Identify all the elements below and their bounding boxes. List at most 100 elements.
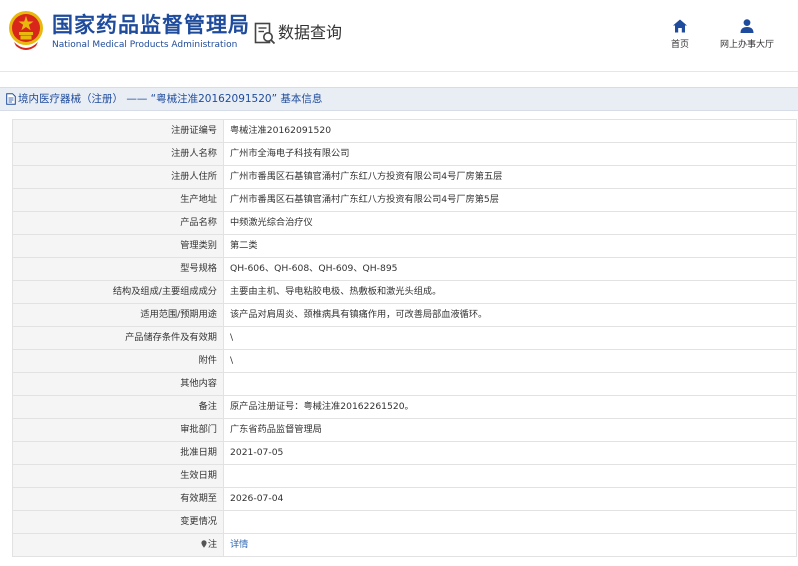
field-label: 适用范围/预期用途	[12, 303, 224, 327]
field-value: \	[223, 349, 797, 373]
field-value-text: 主要由主机、导电粘胶电极、热敷板和激光头组成。	[230, 286, 442, 297]
device-info-table: 注册证编号 粤械注准20162091520 注册人名称 广州市全海电子科技有限公司 注册…	[12, 119, 797, 557]
field-value-text: 中频激光综合治疗仪	[230, 217, 313, 228]
field-label-text: 产品名称	[180, 217, 217, 228]
table-row: 备注 原产品注册证号：粤械注准20162261520。	[12, 395, 797, 419]
field-label-text: 生效日期	[180, 470, 217, 481]
field-value-text: 该产品对肩周炎、颈椎病具有镇痛作用，可改善局部血液循环。	[230, 309, 488, 320]
field-value-text: 广州市番禺区石基镇官涌村广东红八方投资有限公司4号厂房第五层	[230, 171, 503, 182]
table-row: 管理类别 第二类	[12, 234, 797, 258]
field-value-text: 第二类	[230, 240, 258, 251]
table-row: 注 详情	[12, 533, 797, 557]
field-label-text: 生产地址	[180, 194, 217, 205]
field-label-text: 审批部门	[180, 424, 217, 435]
table-row: 生效日期	[12, 464, 797, 488]
agency-logo[interactable]: 国家药品监督管理局 National Medical Products Admi…	[52, 12, 250, 52]
table-row: 型号规格 QH-606、QH-608、QH-609、QH-895	[12, 257, 797, 281]
field-label: 有效期至	[12, 487, 224, 511]
field-value: 广州市番禺区石基镇官涌村广东红八方投资有限公司4号厂房第五层	[223, 165, 797, 189]
field-value-text: 广州市番禺区石基镇官涌村广东红八方投资有限公司4号厂房第5层	[230, 194, 499, 205]
field-value-text: 广东省药品监督管理局	[230, 424, 322, 435]
field-label-text: 备注	[198, 401, 217, 412]
table-row: 产品储存条件及有效期 \	[12, 326, 797, 350]
nav-home-label: 首页	[670, 40, 689, 50]
nav-online-hall-link[interactable]: 网上办事大厅	[714, 18, 780, 51]
field-label-text: 附件	[198, 355, 217, 366]
field-label: 生效日期	[12, 464, 224, 488]
field-value-text: \	[230, 332, 234, 343]
data-query-icon	[254, 22, 276, 45]
field-label: 附件	[12, 349, 224, 373]
nav-home-link[interactable]: 首页	[664, 18, 696, 51]
page-section-title: 数据查询	[278, 23, 343, 42]
field-value-text: QH-606、QH-608、QH-609、QH-895	[230, 263, 398, 274]
field-label-text: 注册证编号	[171, 125, 217, 136]
field-label: 审批部门	[12, 418, 224, 442]
site-header: 国家药品监督管理局 National Medical Products Admi…	[0, 0, 798, 72]
field-label-text: 注册人住所	[171, 171, 217, 182]
nav-online-hall-label: 网上办事大厅	[719, 40, 774, 50]
field-value: 广东省药品监督管理局	[223, 418, 797, 442]
field-label: 型号规格	[12, 257, 224, 281]
national-emblem-icon	[9, 11, 43, 50]
field-label: 注册证编号	[12, 119, 224, 143]
field-value-text: 原产品注册证号：粤械注准20162261520。	[230, 401, 414, 412]
table-row: 注册人名称 广州市全海电子科技有限公司	[12, 142, 797, 166]
field-value: 详情	[223, 533, 797, 557]
user-icon	[740, 19, 754, 33]
field-value: 中频激光综合治疗仪	[223, 211, 797, 235]
field-label-text: 有效期至	[180, 493, 217, 504]
field-label: 产品储存条件及有效期	[12, 326, 224, 350]
field-value: \	[223, 326, 797, 350]
table-row: 其他内容	[12, 372, 797, 396]
table-row: 注册证编号 粤械注准20162091520	[12, 119, 797, 143]
agency-name-cn: 国家药品监督管理局	[52, 13, 250, 37]
agency-name-en: National Medical Products Administration	[52, 40, 238, 50]
field-label-text: 结构及组成/主要组成成分	[112, 286, 217, 297]
field-value: 原产品注册证号：粤械注准20162261520。	[223, 395, 797, 419]
field-label-text: 管理类别	[180, 240, 217, 251]
table-row: 注册人住所 广州市番禺区石基镇官涌村广东红八方投资有限公司4号厂房第五层	[12, 165, 797, 189]
pin-icon	[201, 540, 207, 548]
table-row: 附件 \	[12, 349, 797, 373]
field-label: 其他内容	[12, 372, 224, 396]
details-link[interactable]: 详情	[230, 539, 248, 550]
field-value-text: 2026-07-04	[230, 493, 284, 504]
field-value: 2026-07-04	[223, 487, 797, 511]
field-value: 该产品对肩周炎、颈椎病具有镇痛作用，可改善局部血液循环。	[223, 303, 797, 327]
field-label-text: 型号规格	[180, 263, 217, 274]
field-label-text: 产品储存条件及有效期	[125, 332, 217, 343]
table-row: 结构及组成/主要组成成分 主要由主机、导电粘胶电极、热敷板和激光头组成。	[12, 280, 797, 304]
field-value	[223, 510, 797, 534]
field-label: 结构及组成/主要组成成分	[12, 280, 224, 304]
field-label-text: 批准日期	[180, 447, 217, 458]
field-label: 管理类别	[12, 234, 224, 258]
field-label: 变更情况	[12, 510, 224, 534]
table-row: 适用范围/预期用途 该产品对肩周炎、颈椎病具有镇痛作用，可改善局部血液循环。	[12, 303, 797, 327]
field-label: 备注	[12, 395, 224, 419]
field-value: 广州市番禺区石基镇官涌村广东红八方投资有限公司4号厂房第5层	[223, 188, 797, 212]
table-row: 变更情况	[12, 510, 797, 534]
field-label-text: 其他内容	[180, 378, 217, 389]
record-title-bar: 境内医疗器械（注册） —— “粤械注准20162091520” 基本信息	[0, 87, 798, 111]
field-label: 产品名称	[12, 211, 224, 235]
field-label: 批准日期	[12, 441, 224, 465]
field-value	[223, 464, 797, 488]
field-label-text: 适用范围/预期用途	[140, 309, 217, 320]
home-icon	[673, 19, 687, 33]
field-value: 第二类	[223, 234, 797, 258]
table-row: 有效期至 2026-07-04	[12, 487, 797, 511]
field-value: 广州市全海电子科技有限公司	[223, 142, 797, 166]
field-value: 主要由主机、导电粘胶电极、热敷板和激光头组成。	[223, 280, 797, 304]
field-value-text: 粤械注准20162091520	[230, 125, 332, 136]
field-label-text: 变更情况	[180, 516, 217, 527]
field-value-text: 广州市全海电子科技有限公司	[230, 148, 350, 159]
field-value: QH-606、QH-608、QH-609、QH-895	[223, 257, 797, 281]
table-row: 产品名称 中频激光综合治疗仪	[12, 211, 797, 235]
table-row: 批准日期 2021-07-05	[12, 441, 797, 465]
field-value-text: 2021-07-05	[230, 447, 284, 458]
field-value-text: \	[230, 355, 234, 366]
table-row: 审批部门 广东省药品监督管理局	[12, 418, 797, 442]
table-row: 生产地址 广州市番禺区石基镇官涌村广东红八方投资有限公司4号厂房第5层	[12, 188, 797, 212]
field-value: 粤械注准20162091520	[223, 119, 797, 143]
